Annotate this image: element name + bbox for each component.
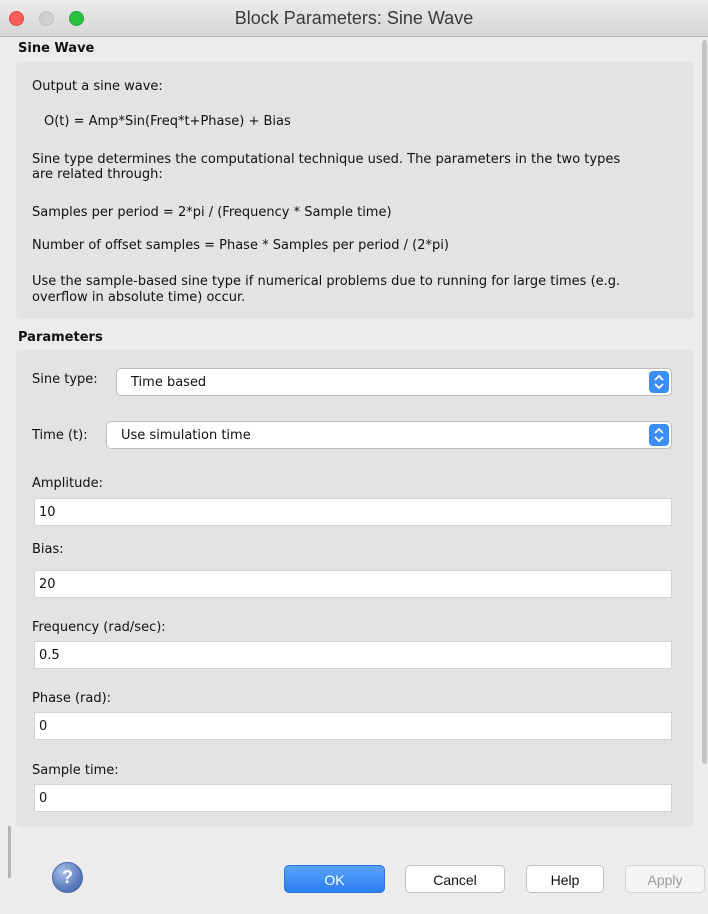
parameters-panel: Sine type: Time based Time (t): Use simu…: [16, 350, 694, 827]
time-select[interactable]: Use simulation time: [106, 421, 672, 449]
block-parameters-dialog: Block Parameters: Sine Wave Sine Wave Ou…: [0, 0, 708, 914]
time-label: Time (t):: [32, 428, 88, 443]
cancel-button[interactable]: Cancel: [405, 865, 505, 893]
description-line: Number of offset samples = Phase * Sampl…: [32, 238, 449, 253]
up-down-chevron-icon[interactable]: [649, 424, 669, 446]
vertical-scrollbar[interactable]: [702, 40, 707, 764]
parameters-section-title: Parameters: [18, 330, 103, 345]
sample-time-label: Sample time:: [32, 763, 119, 778]
sine-type-select[interactable]: Time based: [116, 368, 672, 396]
sine-type-value: Time based: [131, 375, 207, 390]
amplitude-label: Amplitude:: [32, 476, 103, 491]
frequency-field[interactable]: 0.5: [34, 641, 672, 669]
bias-value: 20: [39, 577, 56, 592]
description-panel: Output a sine wave: O(t) = Amp*Sin(Freq*…: [16, 62, 694, 319]
description-line: Samples per period = 2*pi / (Frequency *…: [32, 205, 392, 220]
description-line: Use the sample-based sine type if numeri…: [32, 274, 621, 289]
phase-value: 0: [39, 719, 48, 734]
window-title: Block Parameters: Sine Wave: [234, 8, 474, 28]
title-bar[interactable]: Block Parameters: Sine Wave: [0, 0, 708, 37]
frequency-value: 0.5: [39, 648, 60, 663]
phase-field[interactable]: 0: [34, 712, 672, 740]
ok-button[interactable]: OK: [284, 865, 385, 893]
bias-label: Bias:: [32, 542, 64, 557]
amplitude-value: 10: [39, 505, 56, 520]
up-down-chevron-icon[interactable]: [649, 371, 669, 393]
phase-label: Phase (rad):: [32, 691, 112, 706]
question-mark-circle-icon[interactable]: ?: [52, 862, 83, 893]
bias-field[interactable]: 20: [34, 570, 672, 598]
frequency-label: Frequency (rad/sec):: [32, 620, 166, 635]
description-line: are related through:: [32, 167, 163, 182]
description-line: Output a sine wave:: [32, 79, 163, 94]
description-formula: O(t) = Amp*Sin(Freq*t+Phase) + Bias: [44, 114, 291, 129]
apply-button[interactable]: Apply: [625, 865, 705, 893]
description-line: overflow in absolute time) occur.: [32, 290, 246, 305]
sample-time-field[interactable]: 0: [34, 784, 672, 812]
description-section-title: Sine Wave: [18, 41, 95, 56]
help-button[interactable]: Help: [526, 865, 604, 893]
amplitude-field[interactable]: 10: [34, 498, 672, 526]
sample-time-value: 0: [39, 791, 48, 806]
divider: [8, 826, 11, 878]
sine-type-label: Sine type:: [32, 372, 98, 387]
time-value: Use simulation time: [121, 428, 251, 443]
